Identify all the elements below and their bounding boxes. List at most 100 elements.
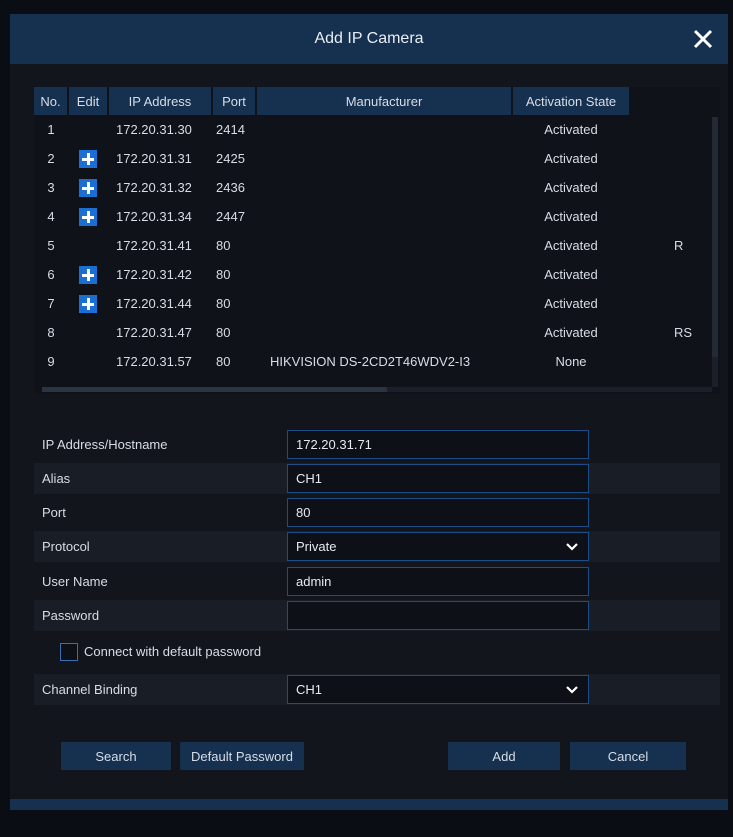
column-header-edit[interactable]: Edit [68, 87, 109, 115]
table-row[interactable]: 9 172.20.31.57 80 HIKVISION DS-2CD2T46WDV2-… [34, 347, 720, 376]
cell-edit [68, 202, 108, 231]
cell-ip-address: 172.20.31.57 [116, 354, 192, 369]
cell-activation-state: Activated [544, 296, 598, 311]
cell-edit [68, 115, 108, 144]
add-ip-camera-dialog: Add IP Camera No. Edit IP Address Port M… [10, 14, 728, 810]
cell-extra [630, 202, 720, 231]
search-button[interactable]: Search [61, 742, 171, 770]
port-row: Port [34, 497, 720, 528]
cell-no: 3 [47, 180, 55, 195]
vertical-scrollbar[interactable] [712, 117, 718, 387]
cell-ip-address: 172.20.31.47 [116, 325, 192, 340]
table-row[interactable]: 7 172.20.31.44 80 Activated [34, 289, 720, 318]
cell-no: 1 [47, 122, 55, 137]
column-header-ip-address[interactable]: IP Address [108, 87, 213, 115]
alias-row: Alias [34, 463, 720, 494]
cell-port: 80 [216, 325, 231, 340]
channel-binding-label: Channel Binding [42, 682, 138, 697]
cell-extra [630, 115, 720, 144]
edit-plus-icon[interactable] [79, 178, 97, 197]
cell-port: 80 [216, 296, 231, 311]
horizontal-scrollbar[interactable] [42, 387, 712, 392]
horizontal-scroll-thumb[interactable] [42, 387, 387, 392]
cell-activation-state: Activated [544, 238, 598, 253]
cell-manufacturer [256, 231, 512, 260]
ip-address-input[interactable] [287, 430, 589, 459]
table-row[interactable]: 1 172.20.31.30 2414 Activated [34, 115, 720, 144]
channel-binding-select[interactable]: CH1 [287, 675, 589, 704]
cell-extra [630, 347, 720, 376]
close-button[interactable] [686, 22, 720, 56]
cell-activation-state: Activated [544, 209, 598, 224]
alias-input[interactable] [287, 464, 589, 493]
cell-no: 9 [47, 354, 55, 369]
table-row[interactable]: 6 172.20.31.42 80 Activated [34, 260, 720, 289]
cell-ip-address: 172.20.31.41 [116, 238, 192, 253]
cell-no: 4 [47, 209, 55, 224]
edit-plus-icon[interactable] [79, 294, 97, 313]
cell-extra [630, 173, 720, 202]
cell-port: 80 [216, 238, 231, 253]
port-input[interactable] [287, 498, 589, 527]
default-password-checkbox-label[interactable]: Connect with default password [84, 644, 261, 659]
column-header-extra [630, 87, 720, 115]
camera-search-table: No. Edit IP Address Port Manufacturer Ac… [34, 87, 720, 394]
cell-manufacturer [256, 144, 512, 173]
cell-edit [68, 231, 108, 260]
ip-address-label: IP Address/Hostname [42, 437, 168, 452]
cell-manufacturer [256, 289, 512, 318]
cell-manufacturer [256, 202, 512, 231]
protocol-row: Protocol Private [34, 531, 720, 562]
cancel-button[interactable]: Cancel [570, 742, 686, 770]
column-header-port[interactable]: Port [212, 87, 257, 115]
cell-ip-address: 172.20.31.44 [116, 296, 192, 311]
cell-ip-address: 172.20.31.30 [116, 122, 192, 137]
cell-extra [630, 289, 720, 318]
ip-address-row: IP Address/Hostname [34, 429, 720, 460]
default-password-button[interactable]: Default Password [180, 742, 304, 770]
cell-edit [68, 289, 108, 318]
dialog-footer-bar [10, 799, 728, 810]
cell-activation-state: None [555, 354, 587, 369]
cell-extra [630, 144, 720, 173]
close-icon [693, 29, 713, 49]
table-row[interactable]: 5 172.20.31.41 80 Activated R [34, 231, 720, 260]
column-header-manufacturer[interactable]: Manufacturer [256, 87, 513, 115]
cell-no: 6 [47, 267, 55, 282]
channel-binding-value: CH1 [296, 682, 323, 697]
alias-label: Alias [42, 471, 71, 486]
edit-plus-icon[interactable] [79, 207, 97, 226]
chevron-down-icon [566, 686, 578, 694]
password-input[interactable] [287, 601, 589, 630]
table-row[interactable]: 3 172.20.31.32 2436 Activated [34, 173, 720, 202]
cell-extra [630, 260, 720, 289]
username-input[interactable] [287, 567, 589, 596]
default-password-checkbox[interactable] [60, 642, 78, 661]
cell-manufacturer [256, 260, 512, 289]
default-password-row: Connect with default password [34, 636, 720, 667]
add-button[interactable]: Add [448, 742, 560, 770]
cell-extra: RS [674, 325, 693, 340]
table-row[interactable]: 4 172.20.31.34 2447 Activated [34, 202, 720, 231]
cell-ip-address: 172.20.31.42 [116, 267, 192, 282]
cell-activation-state: Activated [544, 151, 598, 166]
edit-plus-icon[interactable] [79, 265, 97, 284]
table-row[interactable]: 2 172.20.31.31 2425 Activated [34, 144, 720, 173]
cell-activation-state: Activated [544, 180, 598, 195]
vertical-scroll-thumb[interactable] [712, 117, 718, 357]
table-row[interactable]: 8 172.20.31.47 80 Activated RS [34, 318, 720, 347]
cell-manufacturer [256, 173, 512, 202]
cell-edit [68, 260, 108, 289]
dialog-titlebar: Add IP Camera [10, 14, 728, 64]
cell-extra: R [674, 238, 684, 253]
password-row: Password [34, 600, 720, 631]
column-header-activation-state[interactable]: Activation State [512, 87, 631, 115]
table-body: 1 172.20.31.30 2414 Activated 2 172.20.31.31 2… [34, 115, 720, 376]
column-header-no[interactable]: No. [34, 87, 69, 115]
channel-binding-row: Channel Binding CH1 [34, 674, 720, 705]
dialog-title: Add IP Camera [314, 30, 424, 47]
cell-activation-state: Activated [544, 325, 598, 340]
protocol-select[interactable]: Private [287, 532, 589, 561]
table-header: No. Edit IP Address Port Manufacturer Ac… [34, 87, 720, 115]
edit-plus-icon[interactable] [79, 149, 97, 168]
